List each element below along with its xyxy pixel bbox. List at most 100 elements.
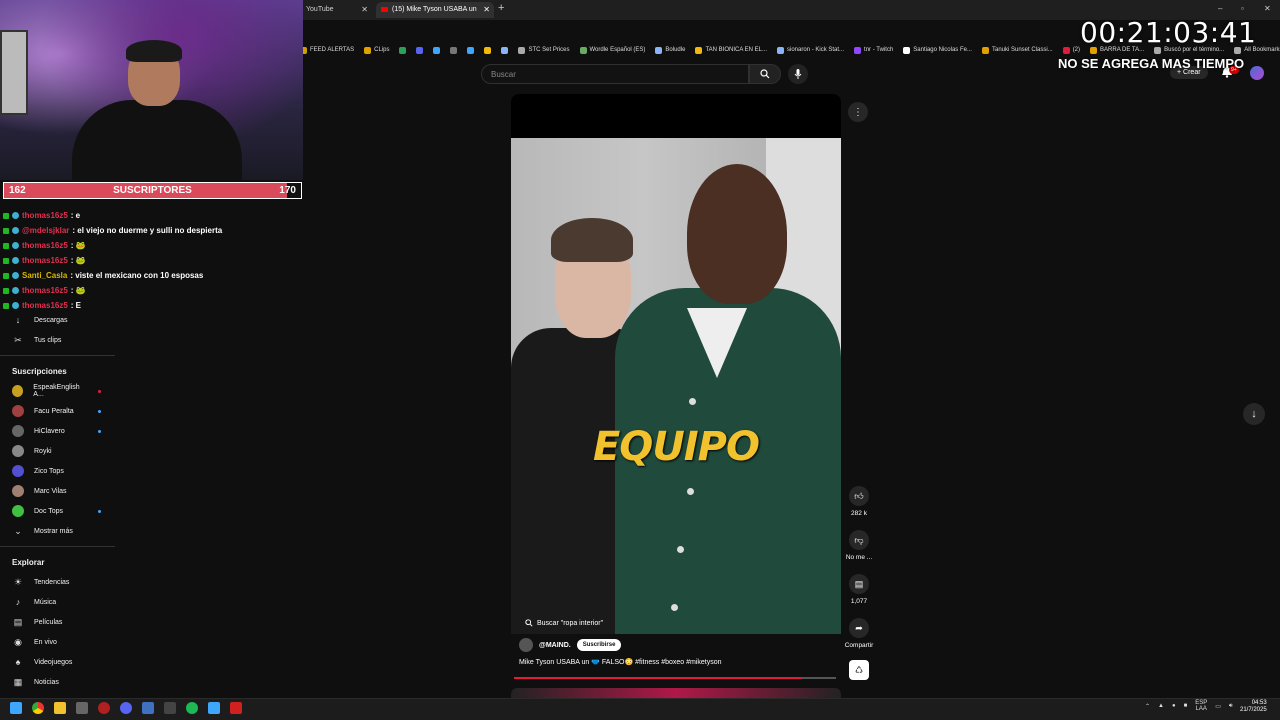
- sidebar-item-explore[interactable]: ▦ Noticias: [0, 672, 115, 692]
- account-avatar[interactable]: [1250, 66, 1264, 80]
- bookmark-item[interactable]: STC Set Prices: [518, 46, 570, 54]
- new-tab-icon[interactable]: +: [498, 2, 504, 14]
- webcam-streamer-body: [72, 100, 242, 180]
- volume-icon[interactable]: 🔊︎: [1229, 703, 1233, 710]
- tab-mike-tyson[interactable]: (15) Mike Tyson USABA un ✕: [376, 2, 494, 18]
- search-suggestion-label: Buscar "ropa interior": [537, 619, 604, 627]
- bookmark-item[interactable]: Boludle: [655, 46, 685, 54]
- video-title[interactable]: Mike Tyson USABA un 🩲 FALSO😳 #fitness #b…: [519, 658, 722, 666]
- channel-avatar: [12, 485, 24, 497]
- search-suggestion[interactable]: Buscar "ropa interior": [525, 619, 603, 627]
- remix-button[interactable]: ♺: [849, 660, 869, 680]
- bookmark-item[interactable]: (2): [1062, 46, 1080, 54]
- bookmark-item[interactable]: TAN BIONICA EN EL...: [695, 46, 767, 54]
- minimize-icon[interactable]: –: [1218, 4, 1222, 13]
- close-icon[interactable]: ✕: [361, 2, 368, 18]
- search-icon: [525, 619, 533, 627]
- bookmark-item[interactable]: [467, 46, 475, 54]
- sidebar-item-clips[interactable]: ✂ Tus clips: [0, 330, 115, 350]
- pinned-app-icon[interactable]: [230, 702, 242, 714]
- bookmark-favicon-icon: [579, 46, 587, 54]
- chrome-icon[interactable]: [32, 702, 44, 714]
- pinned-app-icon[interactable]: [164, 702, 176, 714]
- search-input[interactable]: Buscar: [481, 64, 749, 84]
- like-button[interactable]: 👍︎ 282 k: [843, 486, 875, 517]
- bookmark-item[interactable]: [484, 46, 492, 54]
- next-video-button[interactable]: ↓: [1243, 403, 1265, 425]
- sidebar-item-explore[interactable]: ♪ Música: [0, 592, 115, 612]
- close-icon[interactable]: ✕: [483, 2, 490, 18]
- pinned-app-icon[interactable]: [98, 702, 110, 714]
- sidebar-item-subscription[interactable]: Facu Peralta: [0, 401, 115, 421]
- tray-app-icon[interactable]: ●: [1172, 703, 1176, 709]
- bookmark-item[interactable]: [399, 46, 407, 54]
- more-options-button[interactable]: ⋮: [848, 102, 868, 122]
- video-inmate-face: [687, 164, 787, 304]
- subscribe-button[interactable]: Suscribirse: [576, 639, 622, 651]
- bookmark-item[interactable]: CLips: [364, 46, 389, 54]
- bookmark-item[interactable]: tnr - Twitch: [854, 46, 893, 54]
- chat-username: @mdelsjklar: [22, 226, 70, 235]
- channel-avatar: [12, 385, 24, 397]
- sidebar-item-subscription[interactable]: HiClavero: [0, 421, 115, 441]
- tab-youtube[interactable]: YouTube ✕: [302, 2, 372, 18]
- system-clock[interactable]: 04:53 21/7/2025: [1240, 700, 1267, 714]
- bookmark-item[interactable]: [433, 46, 441, 54]
- sidebar-item-subscription[interactable]: Doc Tops: [0, 501, 115, 521]
- chat-message: thomas16z5: e: [0, 208, 303, 223]
- subscriptions-heading[interactable]: Suscripciones: [0, 361, 115, 381]
- bookmark-item[interactable]: sionaron - Kick Stat...: [777, 46, 844, 54]
- chat-text: : E: [70, 301, 82, 310]
- channel-avatar[interactable]: [519, 638, 533, 652]
- channel-avatar: [12, 425, 24, 437]
- channel-name[interactable]: @MAIND.: [539, 642, 571, 649]
- comments-button[interactable]: ▤ 1,077: [843, 574, 875, 605]
- bookmark-item[interactable]: Santiago Nicolas Fe...: [903, 46, 972, 54]
- sidebar-item-subscription[interactable]: Marc Vilas: [0, 481, 115, 501]
- tray-app-icon[interactable]: ■: [1184, 703, 1188, 709]
- search-button[interactable]: [749, 64, 781, 84]
- next-short-preview[interactable]: [511, 688, 841, 698]
- sidebar-item-subscription[interactable]: Zico Tops: [0, 461, 115, 481]
- discord-icon[interactable]: [120, 702, 132, 714]
- sidebar-item-explore[interactable]: ▤ Películas: [0, 612, 115, 632]
- spotify-icon[interactable]: [186, 702, 198, 714]
- voice-search-button[interactable]: [788, 64, 808, 84]
- maximize-icon[interactable]: ▫: [1241, 4, 1244, 13]
- share-button[interactable]: ➦ Compartir: [843, 618, 875, 649]
- close-window-icon[interactable]: ✕: [1264, 4, 1271, 13]
- bookmark-favicon-icon: [399, 46, 407, 54]
- language-indicator[interactable]: ESP LAA: [1195, 700, 1207, 712]
- chevron-up-icon[interactable]: ⌃: [1145, 703, 1150, 710]
- show-more-button[interactable]: ⌄ Mostrar más: [0, 521, 115, 541]
- bookmark-item[interactable]: [450, 46, 458, 54]
- dislike-button[interactable]: 👎︎ No me ...: [843, 530, 875, 561]
- pinned-app-icon[interactable]: [142, 702, 154, 714]
- sidebar-item-label: Tus clips: [34, 336, 62, 344]
- bookmark-item[interactable]: [416, 46, 424, 54]
- chat-username: thomas16z5: [22, 301, 68, 310]
- network-icon[interactable]: ▭: [1215, 703, 1221, 710]
- thumbs-down-icon: 👎︎: [849, 530, 869, 550]
- bookmark-item[interactable]: FEED ALERTAS: [300, 46, 354, 54]
- news-icon: ▦: [13, 676, 23, 687]
- sidebar-item-explore[interactable]: ◉ En vivo: [0, 632, 115, 652]
- sidebar-item-explore[interactable]: ♠ Videojuegos: [0, 652, 115, 672]
- sidebar-item-subscription[interactable]: Royki: [0, 441, 115, 461]
- bookmark-item[interactable]: Wordle Español (ES): [579, 46, 645, 54]
- mod-badge-icon: [12, 287, 19, 294]
- sidebar-item-subscription[interactable]: EspeakEnglish A...: [0, 381, 115, 401]
- live-icon: ◉: [14, 636, 22, 647]
- shirt-button: [689, 398, 696, 405]
- sidebar-item-explore[interactable]: ☀ Tendencias: [0, 572, 115, 592]
- pinned-app-icon[interactable]: [208, 702, 220, 714]
- share-arrow-icon: ➦: [849, 618, 869, 638]
- pinned-app-icon[interactable]: [76, 702, 88, 714]
- short-video-player[interactable]: EQUIPO: [511, 94, 841, 634]
- bookmark-item[interactable]: Tanuki Sunset Classi...: [981, 46, 1053, 54]
- bookmark-item[interactable]: [501, 46, 509, 54]
- windows-start-icon[interactable]: [10, 702, 22, 714]
- tray-app-icon[interactable]: ▲: [1158, 703, 1164, 709]
- comment-count: 1,077: [850, 598, 868, 605]
- file-explorer-icon[interactable]: [54, 702, 66, 714]
